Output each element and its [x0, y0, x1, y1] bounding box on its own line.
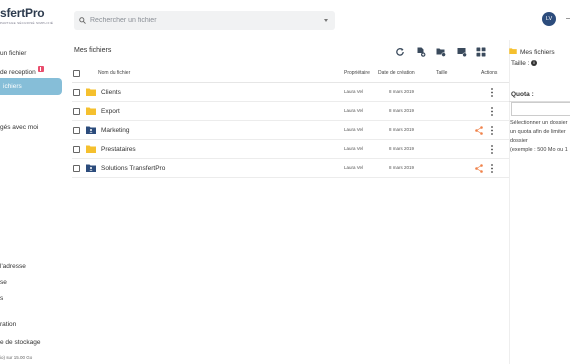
file-date: 8 mars 2019 — [389, 165, 415, 170]
notification-badge — [37, 66, 44, 72]
row-checkbox[interactable] — [73, 89, 80, 96]
avatar[interactable]: LV — [542, 12, 556, 26]
sidebar-item-label: l'adresse — [0, 263, 26, 270]
search-bar[interactable] — [74, 11, 335, 30]
sidebar-item-bottom-2[interactable]: se — [0, 279, 7, 286]
sidebar-item-upload[interactable]: un fichier — [0, 50, 26, 57]
folder-icon — [86, 145, 96, 153]
file-name[interactable]: Solutions TransfertPro — [101, 165, 165, 172]
app-tagline: PARTAGE SÉCURISÉ SIMPLIFIÉ — [0, 21, 54, 25]
file-name[interactable]: Prestataires — [101, 146, 136, 153]
select-all-checkbox[interactable] — [73, 70, 80, 77]
row-checkbox[interactable] — [73, 127, 80, 134]
table-row[interactable]: Export Laura Vel 8 mars 2019 — [72, 102, 509, 121]
share-icon[interactable] — [475, 164, 483, 173]
more-icon[interactable] — [491, 145, 493, 154]
details-title: Mes fichiers — [520, 49, 555, 56]
quota-help-line: Sélectionner un dossier — [510, 120, 568, 126]
info-icon[interactable]: i — [531, 60, 537, 66]
file-name[interactable]: Export — [101, 108, 120, 115]
table-row[interactable]: Prestataires Laura Vel 8 mars 2019 — [72, 140, 509, 159]
sidebar-item-label: de reception — [0, 69, 36, 76]
storage-usage: io) sur 15.00 Go — [0, 355, 33, 360]
details-quota-label: Quota : — [511, 91, 534, 98]
import-icon[interactable] — [457, 47, 467, 57]
table-header: Nom du fichier Propriétaire Date de créa… — [72, 64, 509, 83]
folder-icon — [86, 107, 96, 115]
column-date[interactable]: Date de création — [378, 70, 415, 76]
more-icon[interactable] — [491, 164, 493, 173]
folder-icon — [509, 48, 517, 54]
sidebar-item-my-files[interactable]: ichiers — [0, 78, 62, 95]
file-date: 8 mars 2019 — [389, 146, 415, 151]
file-owner: Laura Vel — [344, 165, 364, 170]
sidebar-item-label: se — [0, 279, 7, 286]
shared-folder-icon — [86, 164, 96, 172]
more-icon[interactable] — [491, 107, 493, 116]
new-folder-icon[interactable] — [436, 47, 446, 57]
quota-help-line: un quota afin de limiter — [510, 129, 566, 135]
user-menu-icon[interactable] — [566, 18, 570, 19]
column-owner[interactable]: Propriétaire — [344, 70, 370, 76]
sidebar-item-label: gés avec moi — [0, 124, 39, 131]
folder-icon — [86, 88, 96, 96]
chevron-down-icon[interactable] — [324, 19, 328, 22]
column-size[interactable]: Taille — [436, 70, 447, 76]
sidebar-item-label: e de stockage — [0, 339, 41, 346]
file-owner: Laura Vel — [344, 108, 364, 113]
page-title: Mes fichiers — [74, 47, 112, 54]
quota-help-line: (exemple : 500 Mo ou 1 — [510, 147, 568, 153]
column-actions: Actions — [481, 70, 498, 76]
column-name[interactable]: Nom du fichier — [98, 70, 130, 76]
more-icon[interactable] — [491, 126, 493, 135]
search-input[interactable] — [90, 14, 320, 27]
sidebar-item-shared-with-me[interactable]: gés avec moi — [0, 124, 38, 131]
search-icon — [79, 17, 86, 24]
sidebar-item-label: ichiers — [3, 83, 22, 90]
table-row[interactable]: Marketing Laura Vel 8 mars 2019 — [72, 121, 509, 140]
refresh-icon[interactable] — [395, 47, 405, 57]
file-owner: Laura Vel — [344, 146, 364, 151]
file-name[interactable]: Clients — [101, 89, 121, 96]
table-row[interactable]: Solutions TransfertPro Laura Vel 8 mars … — [72, 159, 509, 178]
sidebar-item-storage[interactable]: e de stockage — [0, 339, 40, 346]
file-date: 8 mars 2019 — [389, 127, 415, 132]
row-checkbox[interactable] — [73, 165, 80, 172]
more-icon[interactable] — [491, 88, 493, 97]
quota-help-line: dossier — [510, 138, 528, 144]
file-date: 8 mars 2019 — [389, 108, 415, 113]
sidebar-item-administration[interactable]: ration — [0, 321, 16, 328]
table-row[interactable]: Clients Laura Vel 8 mars 2019 — [72, 83, 509, 102]
file-date: 8 mars 2019 — [389, 89, 415, 94]
file-owner: Laura Vel — [344, 89, 364, 94]
sidebar-item-label: un fichier — [0, 50, 27, 57]
shared-folder-icon — [86, 126, 96, 134]
file-name[interactable]: Marketing — [101, 127, 130, 134]
sidebar-item-bottom-3[interactable]: s — [0, 295, 3, 302]
sidebar-item-address[interactable]: l'adresse — [0, 263, 26, 270]
upload-file-icon[interactable] — [416, 47, 426, 57]
row-checkbox[interactable] — [73, 146, 80, 153]
share-icon[interactable] — [475, 126, 483, 135]
grid-view-icon[interactable] — [476, 47, 486, 57]
quota-input[interactable] — [511, 102, 570, 116]
sidebar-item-label: s — [0, 295, 4, 302]
file-owner: Laura Vel — [344, 127, 364, 132]
panel-divider — [509, 40, 510, 364]
sidebar-item-reception[interactable]: de reception — [0, 66, 44, 76]
sidebar-item-label: ration — [0, 321, 17, 328]
details-size-label: Taille : — [511, 60, 530, 67]
app-logo[interactable]: sfertPro — [0, 6, 45, 20]
row-checkbox[interactable] — [73, 108, 80, 115]
